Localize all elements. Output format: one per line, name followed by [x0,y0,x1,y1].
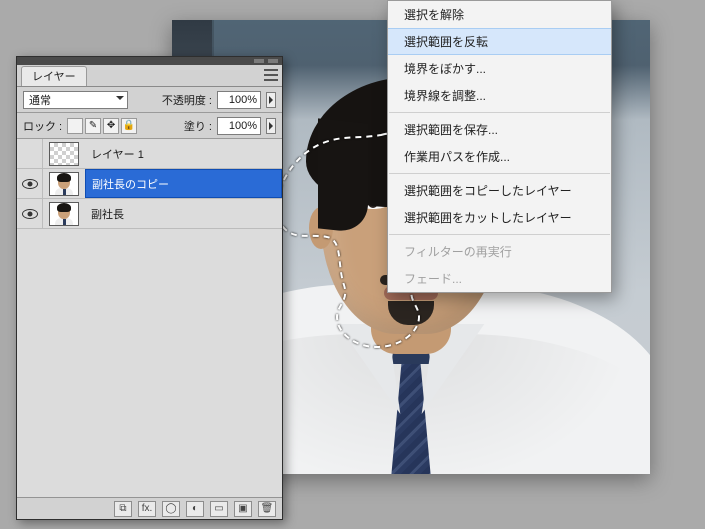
link-layers-icon[interactable]: ⧉ [114,501,132,517]
new-layer-icon[interactable]: ▣ [234,501,252,517]
menu-separator [389,173,610,174]
layer-thumbnail[interactable] [49,172,79,196]
lock-label: ロック : [23,118,62,134]
layer-thumbnail[interactable] [49,202,79,226]
fill-flyout-icon[interactable] [266,118,276,134]
lock-position-icon[interactable]: ✥ [103,118,119,134]
lock-transparency-icon[interactable] [67,118,83,134]
lock-fill-row: ロック : ✎ ✥ 🔒 塗り : 100% [17,113,282,139]
layer-visibility-toggle[interactable] [17,169,43,198]
lock-paint-icon[interactable]: ✎ [85,118,101,134]
lock-all-icon[interactable]: 🔒 [121,118,137,134]
chevron-down-icon [116,96,124,104]
layer-row[interactable]: 副社長 [17,199,282,229]
tab-layers[interactable]: レイヤー [21,66,87,86]
layer-name-label[interactable]: 副社長 [85,199,282,228]
layer-thumbnail[interactable] [49,142,79,166]
layer-row[interactable]: レイヤー 1 [17,139,282,169]
panel-close-icon[interactable] [268,59,278,63]
menu-make-work-path[interactable]: 作業用パスを作成... [388,143,611,170]
new-group-icon[interactable]: ▭ [210,501,228,517]
menu-feather[interactable]: 境界をぼかす... [388,55,611,82]
blend-mode-select[interactable]: 通常 [23,91,128,109]
menu-refine-edge[interactable]: 境界線を調整... [388,82,611,109]
menu-last-filter: フィルターの再実行 [388,238,611,265]
layers-panel: レイヤー 通常 不透明度 : 100% ロック : ✎ ✥ 🔒 塗り : 100… [16,56,283,520]
menu-separator [389,112,610,113]
panel-topbar[interactable] [17,57,282,65]
eye-icon [22,209,38,219]
panel-collapse-icon[interactable] [254,59,264,63]
blend-mode-value: 通常 [29,92,51,108]
selection-context-menu: 選択を解除 選択範囲を反転 境界をぼかす... 境界線を調整... 選択範囲を保… [387,0,612,293]
eye-icon [22,179,38,189]
panel-menu-icon[interactable] [264,69,278,81]
menu-fade: フェード... [388,265,611,292]
menu-separator [389,234,610,235]
layer-name-label[interactable]: レイヤー 1 [85,139,282,168]
opacity-label: 不透明度 : [162,92,212,108]
blend-opacity-row: 通常 不透明度 : 100% [17,87,282,113]
opacity-flyout-icon[interactable] [266,92,276,108]
add-mask-icon[interactable]: ◯ [162,501,180,517]
fx-icon[interactable]: fx. [138,501,156,517]
opacity-input[interactable]: 100% [217,91,261,109]
menu-layer-via-copy[interactable]: 選択範囲をコピーしたレイヤー [388,177,611,204]
fill-input[interactable]: 100% [217,117,261,135]
layer-name-label[interactable]: 副社長のコピー [85,169,282,198]
layers-panel-footer: ⧉ fx. ◯ ◐ ▭ ▣ 🗑 [17,497,282,519]
menu-deselect[interactable]: 選択を解除 [388,1,611,28]
fill-label: 塗り : [184,118,212,134]
layer-visibility-toggle[interactable] [17,139,43,168]
layer-list: レイヤー 1 副社長のコピー 副社長 [17,139,282,497]
menu-layer-via-cut[interactable]: 選択範囲をカットしたレイヤー [388,204,611,231]
layer-row[interactable]: 副社長のコピー [17,169,282,199]
adjustment-layer-icon[interactable]: ◐ [186,501,204,517]
layer-visibility-toggle[interactable] [17,199,43,228]
menu-save-selection[interactable]: 選択範囲を保存... [388,116,611,143]
menu-inverse-selection[interactable]: 選択範囲を反転 [388,28,611,55]
delete-layer-icon[interactable]: 🗑 [258,501,276,517]
panel-tabrow: レイヤー [17,65,282,87]
